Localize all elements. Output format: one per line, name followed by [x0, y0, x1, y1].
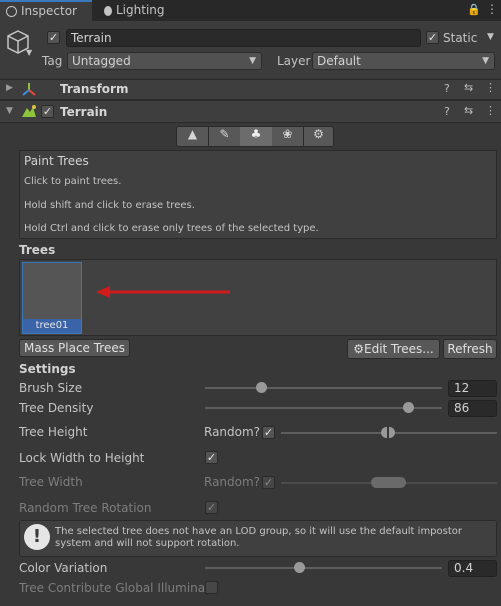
tree-width-random-checkbox: ✓: [262, 476, 275, 489]
terrain-settings-gear-icon[interactable]: ⚙: [304, 127, 333, 146]
tab-lighting-label: Lighting: [116, 3, 165, 17]
tree-density-field[interactable]: 86: [448, 400, 497, 417]
color-variation-label: Color Variation: [19, 561, 108, 575]
transform-axes-icon: [22, 83, 36, 96]
terrain-icon: [22, 105, 36, 117]
tree-width-label: Tree Width: [19, 475, 83, 489]
paint-trees-line1: Click to paint trees.: [24, 176, 122, 187]
tree-height-random-checkbox[interactable]: ✓: [262, 426, 275, 439]
static-label: Static: [443, 31, 478, 45]
color-variation-field[interactable]: 0.4: [448, 560, 497, 577]
help-icon[interactable]: ?: [444, 82, 450, 95]
gear-icon: ⚙: [353, 342, 364, 356]
raise-terrain-tool-icon[interactable]: ▲: [177, 127, 208, 146]
color-variation-slider-track[interactable]: [205, 567, 442, 569]
chevron-down-icon: ▼: [482, 56, 489, 66]
brush-size-slider-thumb[interactable]: [256, 382, 268, 393]
transform-title: Transform: [60, 82, 129, 96]
lock-icon[interactable]: 🔒: [467, 3, 481, 16]
component-menu-icon[interactable]: ⋮: [485, 81, 496, 94]
tab-bar: Inspector Lighting 🔒 ⋮: [0, 0, 501, 21]
component-menu-icon[interactable]: ⋮: [485, 104, 496, 117]
tree-density-slider-thumb[interactable]: [403, 402, 415, 413]
tab-inspector-label: Inspector: [21, 4, 77, 18]
foldout-down-icon[interactable]: ▼: [6, 106, 13, 116]
tag-label: Tag: [42, 54, 63, 68]
info-icon: [6, 6, 17, 17]
paint-trees-line3: Hold Ctrl and click to erase only trees …: [24, 223, 319, 234]
more-options-icon[interactable]: ⋮: [486, 2, 498, 16]
refresh-button[interactable]: Refresh: [443, 339, 497, 359]
lock-width-checkbox[interactable]: ✓: [205, 451, 218, 464]
tree-density-label: Tree Density: [19, 401, 94, 415]
settings-heading: Settings: [19, 362, 76, 376]
random-rotation-checkbox: ✓: [205, 501, 218, 514]
layer-dropdown[interactable]: Default ▼: [312, 52, 495, 70]
icon-dropdown-arrow[interactable]: ▼: [26, 48, 32, 57]
lod-warning-text: The selected tree does not have an LOD g…: [55, 526, 463, 549]
terrain-title: Terrain: [60, 105, 108, 119]
paint-details-tool-icon[interactable]: ❀: [272, 127, 303, 146]
tag-dropdown[interactable]: Untagged ▼: [67, 52, 262, 70]
tree-width-random-label: Random?: [204, 475, 261, 489]
static-dropdown-arrow[interactable]: ▼: [487, 32, 494, 42]
active-checkbox[interactable]: ✓: [47, 31, 60, 44]
random-rotation-label: Random Tree Rotation: [19, 501, 152, 515]
help-icon[interactable]: ?: [444, 105, 450, 118]
lock-width-label: Lock Width to Height: [19, 451, 145, 465]
paint-trees-title: Paint Trees: [24, 154, 89, 168]
paint-trees-line2: Hold shift and click to erase trees.: [24, 200, 195, 211]
tree-thumbnail-label: tree01: [23, 319, 81, 333]
layer-value: Default: [317, 54, 361, 68]
edit-trees-label: Edit Trees...: [364, 342, 434, 356]
chevron-down-icon: ▼: [249, 56, 256, 66]
paint-brush-tool-icon[interactable]: ✎: [209, 127, 240, 146]
brush-size-field[interactable]: 12: [448, 380, 497, 397]
trees-heading: Trees: [19, 243, 56, 257]
edit-trees-button[interactable]: ⚙Edit Trees...: [347, 339, 440, 359]
mass-place-trees-button[interactable]: Mass Place Trees: [19, 339, 130, 357]
brush-size-label: Brush Size: [19, 381, 83, 395]
tag-value: Untagged: [72, 54, 131, 68]
tree-height-random-label: Random?: [204, 425, 261, 439]
presets-icon[interactable]: ⇆: [464, 104, 473, 117]
tab-inspector[interactable]: Inspector: [0, 0, 92, 21]
object-name-field[interactable]: Terrain: [66, 29, 421, 47]
paint-trees-tool-icon[interactable]: ♣: [240, 127, 272, 146]
color-variation-slider-thumb[interactable]: [294, 562, 306, 573]
red-arrow-annotation: [96, 286, 230, 298]
tree-height-label: Tree Height: [19, 425, 88, 439]
tree-width-minmax-handle: [371, 477, 406, 488]
global-illumination-label: Tree Contribute Global Illuminatio: [19, 581, 205, 595]
tab-lighting[interactable]: Lighting: [100, 0, 180, 21]
static-checkbox[interactable]: ✓: [426, 31, 439, 44]
lightbulb-icon: [104, 5, 112, 16]
brush-size-slider-track[interactable]: [205, 387, 442, 389]
presets-icon[interactable]: ⇆: [464, 81, 473, 94]
terrain-enabled-checkbox[interactable]: ✓: [41, 105, 54, 118]
foldout-right-icon[interactable]: ▶: [6, 83, 13, 93]
info-warning-icon: !: [24, 524, 50, 550]
trees-grid: [19, 259, 497, 336]
global-illumination-checkbox: [205, 581, 218, 594]
layer-label: Layer: [277, 54, 311, 68]
